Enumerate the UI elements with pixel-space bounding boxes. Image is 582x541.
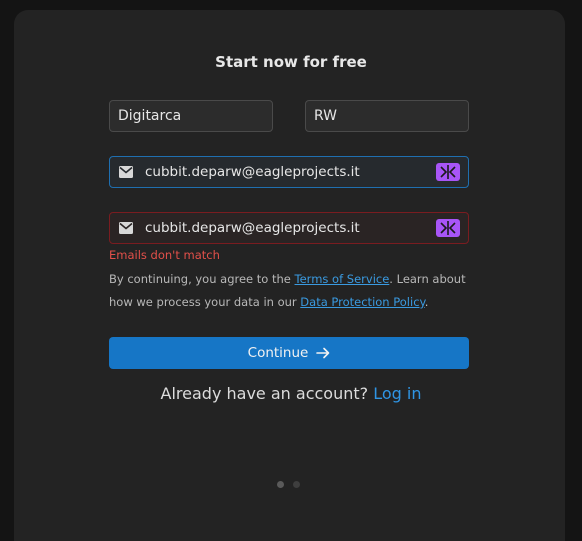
email-mismatch-error: Emails don't match <box>109 248 220 262</box>
legal-prefix: By continuing, you agree to the <box>109 272 295 286</box>
terms-link[interactable]: Terms of Service <box>295 272 390 286</box>
privacy-link[interactable]: Data Protection Policy <box>300 295 424 309</box>
legal-suffix: . <box>424 295 429 309</box>
last-name-field[interactable] <box>305 100 469 132</box>
continue-label: Continue <box>247 345 309 361</box>
pagination-dot-active[interactable] <box>277 481 284 488</box>
first-name-field[interactable] <box>109 100 273 132</box>
email-field[interactable]: cubbit.deparw@eagleprojects.it <box>109 156 469 188</box>
password-manager-icon[interactable] <box>436 219 460 237</box>
confirm-email-field[interactable]: cubbit.deparw@eagleprojects.it <box>109 212 469 244</box>
pagination-dot[interactable] <box>293 481 300 488</box>
legal-notice: By continuing, you agree to the Terms of… <box>109 268 471 314</box>
login-link[interactable]: Log in <box>373 384 421 403</box>
continue-button[interactable]: Continue <box>109 337 469 369</box>
login-prompt: Already have an account? Log in <box>0 384 582 403</box>
arrow-right-icon <box>316 347 330 359</box>
confirm-email-value: cubbit.deparw@eagleprojects.it <box>145 220 360 236</box>
login-prompt-text: Already have an account? <box>160 384 369 403</box>
password-manager-icon[interactable] <box>436 163 460 181</box>
email-value: cubbit.deparw@eagleprojects.it <box>145 164 360 180</box>
mail-icon <box>119 166 133 178</box>
page-title: Start now for free <box>215 53 367 71</box>
mail-icon <box>119 222 133 234</box>
